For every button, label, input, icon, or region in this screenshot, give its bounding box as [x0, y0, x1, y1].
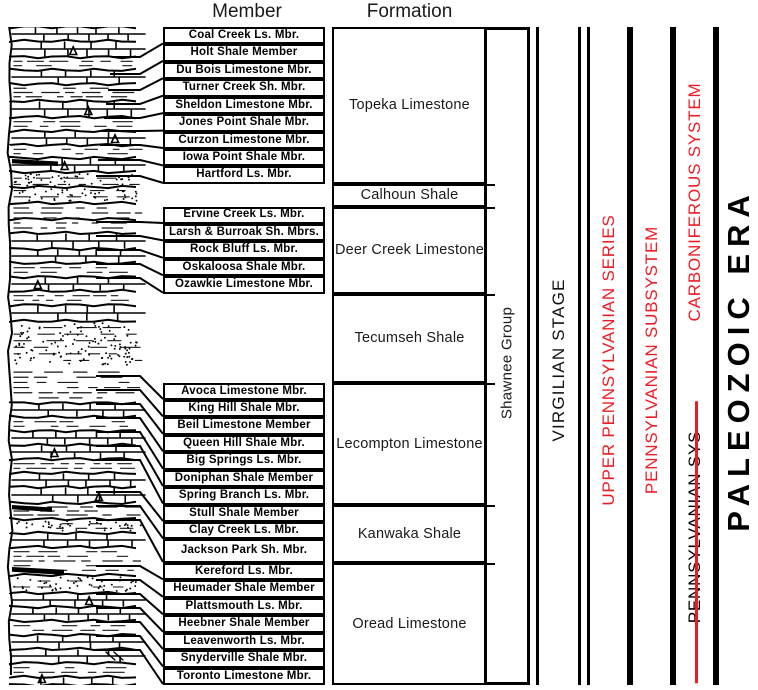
- member-row: Heebner Shale Member: [163, 615, 325, 632]
- member-row: Toronto Limestone Mbr.: [163, 668, 325, 685]
- member-label: Ervine Creek Ls. Mbr.: [183, 209, 304, 221]
- member-row: Sheldon Limestone Mbr.: [163, 97, 325, 114]
- stratigraphic-column-chart: Member Formation Coal Creek Ls. Mbr. Holt…: [0, 0, 758, 687]
- member-label: Kereford Ls. Mbr.: [195, 566, 293, 578]
- member-label: Beil Limestone Member: [177, 420, 310, 432]
- formation-label: Tecumseh Shale: [355, 330, 465, 346]
- group-boundary-tick: [484, 184, 495, 186]
- member-label: Jackson Park Sh. Mbr.: [181, 545, 307, 557]
- group-boundary-tick: [484, 294, 495, 296]
- member-row: Jones Point Shale Mbr.: [163, 114, 325, 131]
- carboniferous-system-label: CARBONIFEROUS SYSTEM: [685, 83, 705, 322]
- member-row: Big Springs Ls. Mbr.: [163, 452, 325, 469]
- formation-row: Calhoun Shale: [332, 184, 487, 207]
- era-label-wrap: PALEOZOIC ERA: [567, 342, 758, 378]
- member-label: Heebner Shale Member: [178, 618, 309, 630]
- lithology-column: [0, 27, 163, 685]
- member-row: Snyderville Shale Mbr.: [163, 650, 325, 667]
- group-boundary-tick: [484, 383, 495, 385]
- member-label: Plattsmouth Ls. Mbr.: [185, 601, 302, 613]
- formation-label: Oread Limestone: [352, 616, 466, 632]
- member-label: Rock Bluff Ls. Mbr.: [190, 244, 298, 256]
- member-row: Beil Limestone Member: [163, 417, 325, 434]
- member-label: Oskaloosa Shale Mbr.: [183, 262, 306, 274]
- formation-label: Calhoun Shale: [361, 187, 459, 203]
- formation-row: Topeka Limestone: [332, 27, 487, 184]
- group-boundary-tick: [484, 207, 495, 209]
- member-row: Stull Shale Member: [163, 505, 325, 522]
- member-label: Jones Point Shale Mbr.: [179, 117, 309, 129]
- era-column: PALEOZOIC ERA: [716, 27, 758, 685]
- member-label: Larsh & Burroak Sh. Mbrs.: [169, 227, 319, 239]
- member-label: Snyderville Shale Mbr.: [181, 653, 307, 665]
- member-row: Kereford Ls. Mbr.: [163, 563, 325, 580]
- formation-row: Lecompton Limestone: [332, 383, 487, 505]
- formation-row: Deer Creek Limestone: [332, 207, 487, 294]
- member-label: Sheldon Limestone Mbr.: [175, 100, 312, 112]
- member-label: Curzon Limestone Mbr.: [178, 135, 309, 147]
- member-row: Holt Shale Member: [163, 44, 325, 61]
- member-column-header: Member: [162, 1, 332, 23]
- member-row: Clay Creek Ls. Mbr.: [163, 522, 325, 539]
- member-row: Du Bois Limestone Mbr.: [163, 62, 325, 79]
- member-label: Iowa Point Shale Mbr.: [183, 152, 305, 164]
- member-label: Spring Branch Ls. Mbr.: [179, 490, 309, 502]
- formation-label: Deer Creek Limestone: [335, 242, 484, 258]
- member-row-empty: [163, 294, 325, 383]
- lithology-pattern: [0, 27, 163, 685]
- pennsylvanian-system-label: PENNSYLVANIAN SYS: [685, 431, 704, 623]
- formation-column-header: Formation: [332, 1, 487, 23]
- member-label: Holt Shale Member: [191, 47, 298, 59]
- member-row: Coal Creek Ls. Mbr.: [163, 27, 325, 44]
- member-row: Larsh & Burroak Sh. Mbrs.: [163, 224, 325, 241]
- struck-pennsylvanian-system: PENNSYLVANIAN SYS: [685, 431, 705, 623]
- member-label: Toronto Limestone Mbr.: [177, 671, 312, 683]
- member-label: King Hill Shale Mbr.: [188, 403, 299, 415]
- member-row: Turner Creek Sh. Mbr.: [163, 79, 325, 96]
- member-row: Spring Branch Ls. Mbr.: [163, 487, 325, 504]
- member-row: Queen Hill Shale Mbr.: [163, 435, 325, 452]
- formation-row: Kanwaka Shale: [332, 505, 487, 563]
- member-row: Ervine Creek Ls. Mbr.: [163, 207, 325, 224]
- member-label: Turner Creek Sh. Mbr.: [183, 82, 306, 94]
- member-row: Curzon Limestone Mbr.: [163, 132, 325, 149]
- member-row: Heumader Shale Member: [163, 580, 325, 597]
- member-row: Ozawkie Limestone Mbr.: [163, 276, 325, 293]
- member-row: Iowa Point Shale Mbr.: [163, 149, 325, 166]
- era-label: PALEOZOIC ERA: [721, 188, 757, 532]
- member-label: Stull Shale Member: [189, 508, 299, 520]
- member-label: Leavenworth Ls. Mbr.: [183, 636, 305, 648]
- member-row: Avoca Limestone Mbr.: [163, 383, 325, 400]
- member-row: Oskaloosa Shale Mbr.: [163, 259, 325, 276]
- member-label: Avoca Limestone Mbr.: [181, 386, 307, 398]
- member-label: Heumader Shale Member: [173, 583, 315, 595]
- formation-row: Oread Limestone: [332, 563, 487, 685]
- member-row: Jackson Park Sh. Mbr.: [163, 539, 325, 563]
- member-label: Du Bois Limestone Mbr.: [176, 65, 311, 77]
- member-row: Leavenworth Ls. Mbr.: [163, 633, 325, 650]
- formation-label: Kanwaka Shale: [358, 526, 461, 542]
- member-label: Queen Hill Shale Mbr.: [183, 438, 305, 450]
- group-boundary-tick: [484, 505, 495, 507]
- member-row: King Hill Shale Mbr.: [163, 400, 325, 417]
- member-row: Plattsmouth Ls. Mbr.: [163, 598, 325, 615]
- member-row-empty: [163, 184, 325, 207]
- member-row: Rock Bluff Ls. Mbr.: [163, 241, 325, 258]
- member-row: Hartford Ls. Mbr.: [163, 166, 325, 183]
- member-label: Coal Creek Ls. Mbr.: [189, 30, 300, 42]
- member-label: Big Springs Ls. Mbr.: [186, 455, 301, 467]
- member-label: Doniphan Shale Member: [175, 473, 313, 485]
- formation-label: Lecompton Limestone: [336, 436, 482, 452]
- member-label: Clay Creek Ls. Mbr.: [189, 525, 299, 537]
- strikethrough-bar: [695, 401, 698, 683]
- member-label: Ozawkie Limestone Mbr.: [175, 279, 313, 291]
- member-label: Hartford Ls. Mbr.: [196, 169, 291, 181]
- formation-label: Topeka Limestone: [349, 97, 470, 113]
- member-row: Doniphan Shale Member: [163, 470, 325, 487]
- group-boundary-tick: [484, 563, 495, 565]
